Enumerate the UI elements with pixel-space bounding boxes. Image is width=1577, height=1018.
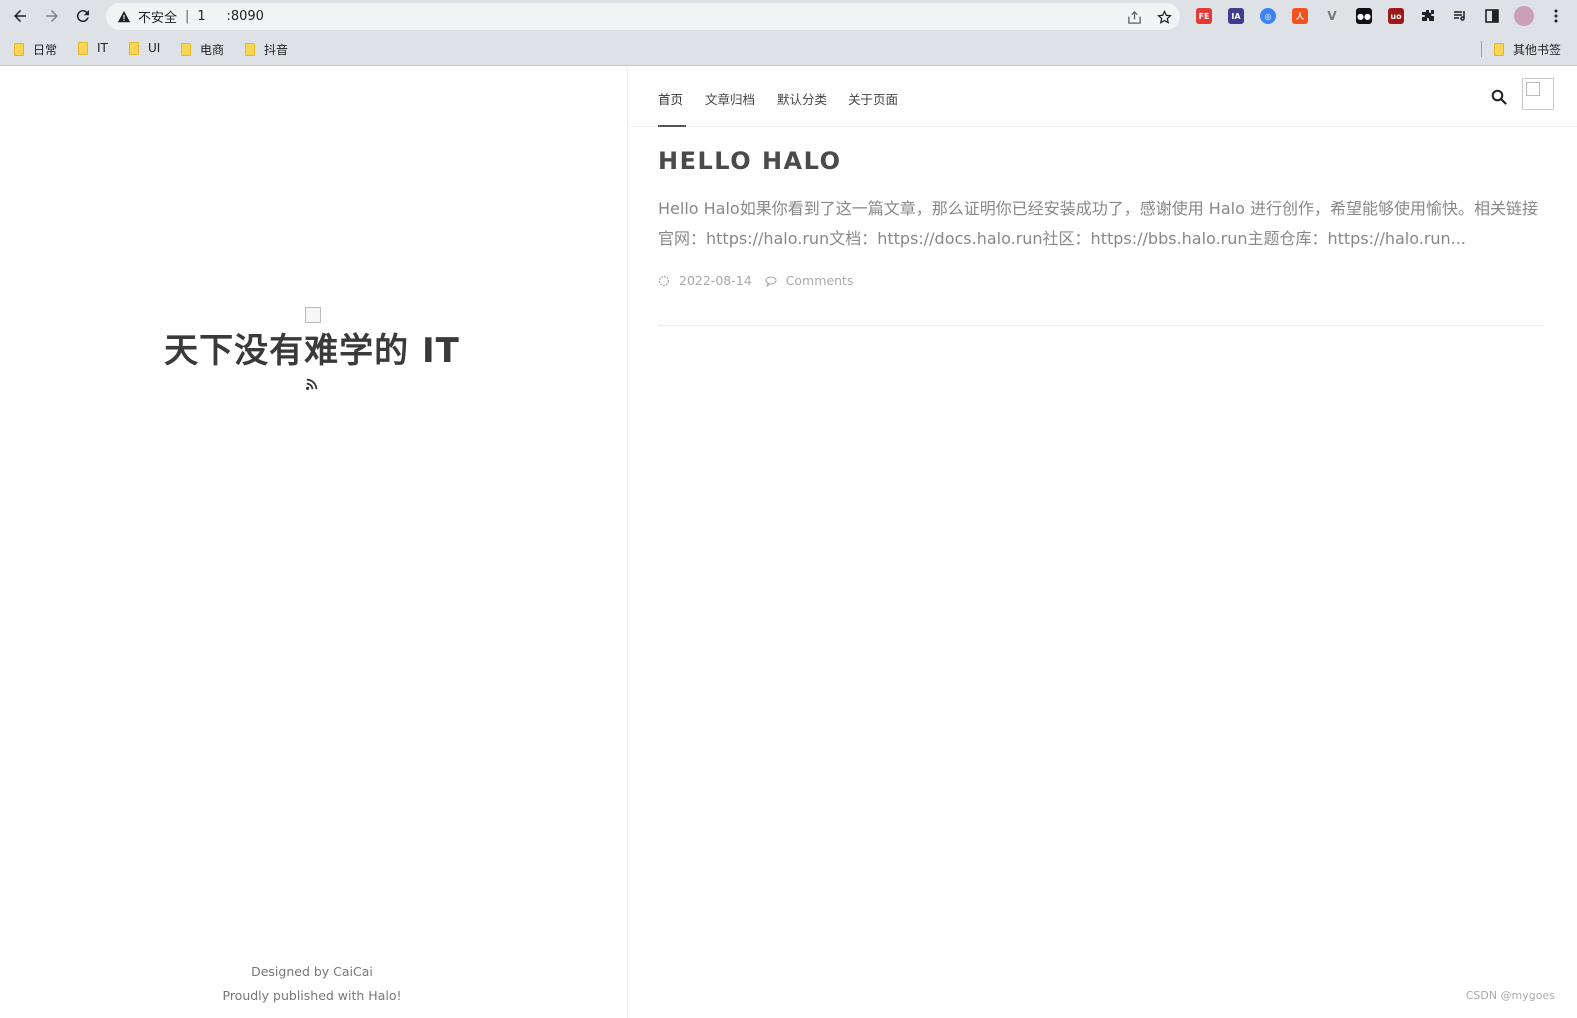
- bookmark-folder-it[interactable]: IT: [78, 41, 108, 55]
- profile-avatar[interactable]: [1512, 4, 1536, 28]
- eye-extension-icon[interactable]: ●●: [1352, 4, 1376, 28]
- designer-link[interactable]: CaiCai: [333, 964, 373, 979]
- arrow-right-icon: [46, 10, 58, 22]
- post-divider: [658, 325, 1544, 326]
- puzzle-icon[interactable]: [1416, 4, 1440, 28]
- footer-text: Proudly published with: [222, 988, 369, 1003]
- reload-icon: [76, 10, 89, 23]
- post-card: HELLO HALO Hello Halo如果你看到了这一篇文章，那么证明你已经…: [658, 147, 1544, 288]
- rss-icon[interactable]: [305, 377, 319, 391]
- folder-icon: [181, 43, 191, 56]
- more-menu-icon[interactable]: [1544, 4, 1568, 28]
- folder-icon: [129, 41, 139, 55]
- post-date: 2022-08-14: [679, 273, 752, 288]
- comment-icon: [765, 275, 777, 287]
- sidebar: 天下没有难学的 IT Designed by CaiCai Proudly pu…: [0, 67, 628, 1018]
- extensions-bar: FE IA ◎ 人 V ●● uo: [1192, 4, 1568, 28]
- folder-icon: [14, 43, 24, 56]
- bookmark-label: 日常: [33, 43, 58, 57]
- bookmark-label: UI: [148, 41, 161, 55]
- back-button[interactable]: [8, 5, 32, 27]
- page: 天下没有难学的 IT Designed by CaiCai Proudly pu…: [0, 67, 1577, 1018]
- bookmark-folder-other[interactable]: 其他书签: [1494, 41, 1561, 58]
- bookmark-star-icon[interactable]: [1154, 7, 1174, 27]
- user-avatar[interactable]: [1522, 78, 1554, 110]
- nav-about[interactable]: 关于页面: [848, 89, 898, 108]
- security-label[interactable]: 不安全: [138, 7, 177, 26]
- bookmark-label: 电商: [200, 43, 225, 57]
- warning-icon: [116, 9, 132, 25]
- site-title[interactable]: 天下没有难学的 IT: [0, 323, 624, 372]
- browser-toolbar: 不安全 | 1 :8090 FE IA ◎ 人 V ●● uo: [0, 0, 1577, 33]
- active-tab-indicator: [658, 125, 686, 127]
- fe-extension-icon[interactable]: FE: [1192, 4, 1216, 28]
- target-extension-icon[interactable]: ◎: [1256, 4, 1280, 28]
- top-navigation: 首页 文章归档 默认分类 关于页面: [629, 67, 1577, 127]
- search-icon[interactable]: [1491, 89, 1507, 105]
- clock-icon: [658, 275, 670, 286]
- reload-button[interactable]: [71, 5, 95, 27]
- divider: [1481, 41, 1482, 57]
- bookmark-label: 抖音: [264, 43, 289, 57]
- folder-icon: [245, 43, 255, 56]
- ublock-extension-icon[interactable]: uo: [1384, 4, 1408, 28]
- post-meta: 2022-08-14 Comments: [658, 273, 1544, 288]
- share-icon[interactable]: [1124, 7, 1144, 27]
- nav-home[interactable]: 首页: [658, 89, 683, 108]
- ia-extension-icon[interactable]: IA: [1224, 4, 1248, 28]
- nav-default-category[interactable]: 默认分类: [777, 89, 827, 108]
- folder-icon: [1494, 43, 1504, 56]
- nav-archives[interactable]: 文章归档: [705, 89, 755, 108]
- footer-published-with: Proudly published with Halo!: [0, 988, 624, 1003]
- bookmark-label: IT: [97, 41, 108, 55]
- bookmarks-bar: 日常 IT UI 电商 抖音 其他书签: [0, 33, 1577, 66]
- post-excerpt: Hello Halo如果你看到了这一篇文章，那么证明你已经安装成功了，感谢使用 …: [658, 199, 1538, 248]
- bookmark-label: 其他书签: [1513, 43, 1562, 57]
- forward-button[interactable]: [40, 5, 64, 27]
- address-bar[interactable]: 不安全 | 1 :8090: [106, 3, 1180, 30]
- side-panel-icon[interactable]: [1480, 4, 1504, 28]
- bookmark-folder-douyin[interactable]: 抖音: [245, 41, 288, 58]
- main-content: 首页 文章归档 默认分类 关于页面 HELLO HALO Hello Halo如…: [629, 67, 1577, 1018]
- url-text[interactable]: 1 :8090: [197, 9, 264, 24]
- orange-extension-icon[interactable]: 人: [1288, 4, 1312, 28]
- separator: |: [185, 9, 190, 24]
- v-extension-icon[interactable]: V: [1320, 4, 1344, 28]
- post-comments-link[interactable]: Comments: [786, 273, 854, 288]
- halo-link[interactable]: Halo!: [368, 988, 401, 1003]
- watermark: CSDN @mygoes: [1465, 989, 1555, 1002]
- footer-text: Designed by: [251, 964, 334, 979]
- site-logo[interactable]: [305, 307, 321, 323]
- arrow-left-icon: [14, 10, 26, 22]
- bookmark-folder-daily[interactable]: 日常: [14, 41, 57, 58]
- folder-icon: [78, 41, 88, 55]
- bookmark-folder-ecommerce[interactable]: 电商: [181, 41, 224, 58]
- footer-designed-by: Designed by CaiCai: [0, 964, 624, 979]
- bookmark-folder-ui[interactable]: UI: [129, 41, 160, 55]
- post-title[interactable]: HELLO HALO: [658, 147, 1544, 175]
- media-queue-icon[interactable]: [1448, 4, 1472, 28]
